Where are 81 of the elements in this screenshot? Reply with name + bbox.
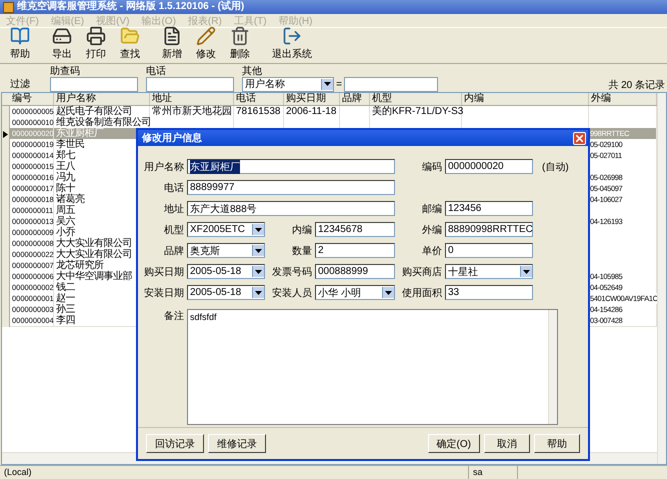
field-label: 品牌 [163,244,184,258]
field-label: 数量 [291,244,312,258]
toolbar-button[interactable]: 打印 [80,26,112,61]
field-label: 编码 [421,160,442,174]
toolbar-button[interactable]: 查找 [114,26,146,61]
field-label: 备注 [163,310,184,324]
notes-field[interactable]: sdfsfdf [187,309,558,425]
toolbar-button[interactable]: 新增 [156,26,188,61]
column-header[interactable]: 地址 [150,93,234,105]
dialog-button[interactable]: 确定(O) [428,434,480,453]
pencil-icon [196,26,216,46]
field-label: 发票号码 [271,266,312,278]
column-header[interactable]: 内编 [462,93,589,105]
field-label: 地址 [163,202,184,216]
dropdown-caret-icon[interactable] [324,82,331,86]
app-icon [3,2,14,12]
field-label: 机型 [163,224,184,236]
text-field[interactable]: 东产大道888号 [187,201,395,216]
text-field[interactable]: 88890998RRTTEC [445,222,533,237]
close-button[interactable] [573,132,586,144]
toolbar-button[interactable]: 删除 [224,26,256,61]
text-field[interactable]: 000888999 [315,264,395,279]
toolbar-button[interactable]: 退出系统 [266,26,318,61]
column-header[interactable]: 机型 [370,93,462,105]
field-label: 邮编 [421,202,442,216]
text-field[interactable]: 123456 [445,201,533,216]
dropdown-field[interactable]: 小华 小明 [315,285,395,300]
filter-field[interactable] [50,76,138,92]
field-label: 单价 [421,244,442,258]
dialog-button[interactable]: 回访记录 [146,434,204,453]
filter-field[interactable] [146,76,234,92]
window-title: 维克空调客服管理系统 - 网络版 1.5.120106 - (试用) [17,1,244,13]
field-label: 购买商店 [401,266,442,278]
book-icon [10,26,30,46]
filter-field-label: 其他 [242,64,263,78]
filter-label: 过滤 [10,78,31,91]
document-icon [162,26,182,46]
text-field[interactable]: 12345678 [315,222,395,237]
dialog-button[interactable]: 取消 [484,434,530,453]
toolbar-button[interactable]: 修改 [190,26,222,61]
field-label: 安装人员 [271,286,312,300]
dropdown-field[interactable]: 2005-05-18 [187,285,265,300]
toolbar-button[interactable]: 导出 [46,26,78,61]
status-pane: (Local) [0,466,469,479]
column-header[interactable]: 编号 [10,93,54,105]
dropdown-field[interactable]: XF2005ETC [187,222,265,237]
filter-value-field[interactable] [344,76,438,92]
folder-icon [120,26,140,46]
text-field[interactable]: 0000000020 [445,159,533,174]
text-field[interactable]: 33 [445,285,533,300]
field-label: 内编 [291,224,312,236]
trash-icon [230,26,250,46]
drive-icon [52,26,72,46]
dialog-button[interactable]: 帮助 [534,434,580,453]
equals-sign: = [335,78,343,90]
dropdown-field[interactable]: 2005-05-18 [187,264,265,279]
filter-dropdown[interactable]: 用户名称 [242,76,334,92]
text-field[interactable]: 0 [445,243,533,258]
filter-field-label: 电话 [146,64,167,78]
toolbar-button[interactable]: 帮助 [4,26,36,61]
dialog-button[interactable]: 维修记录 [208,434,266,453]
close-icon [576,134,583,142]
field-label: 电话 [163,182,184,194]
record-count: 共 20 条记录 [608,78,666,92]
exit-icon [282,26,302,46]
column-header[interactable]: 购买日期 [284,93,340,105]
column-header[interactable]: 电话 [234,93,284,105]
printer-icon [86,26,106,46]
auto-note: (自动) [541,160,570,174]
field-label: 使用面积 [401,286,442,300]
field-label: 外编 [421,224,442,236]
filter-field-label: 助查码 [50,64,81,78]
dropdown-field[interactable]: 奥克斯 [187,243,265,258]
current-row-icon [3,130,8,138]
status-pane: sa [469,466,518,479]
column-header[interactable]: 品牌 [340,93,370,105]
text-field[interactable]: 东亚厨柜厂 [187,159,395,174]
text-field[interactable]: 88899977 [187,180,395,195]
column-header[interactable]: 用户名称 [54,93,150,105]
text-field[interactable]: 2 [315,243,395,258]
dropdown-field[interactable]: 十星社 [445,264,533,279]
